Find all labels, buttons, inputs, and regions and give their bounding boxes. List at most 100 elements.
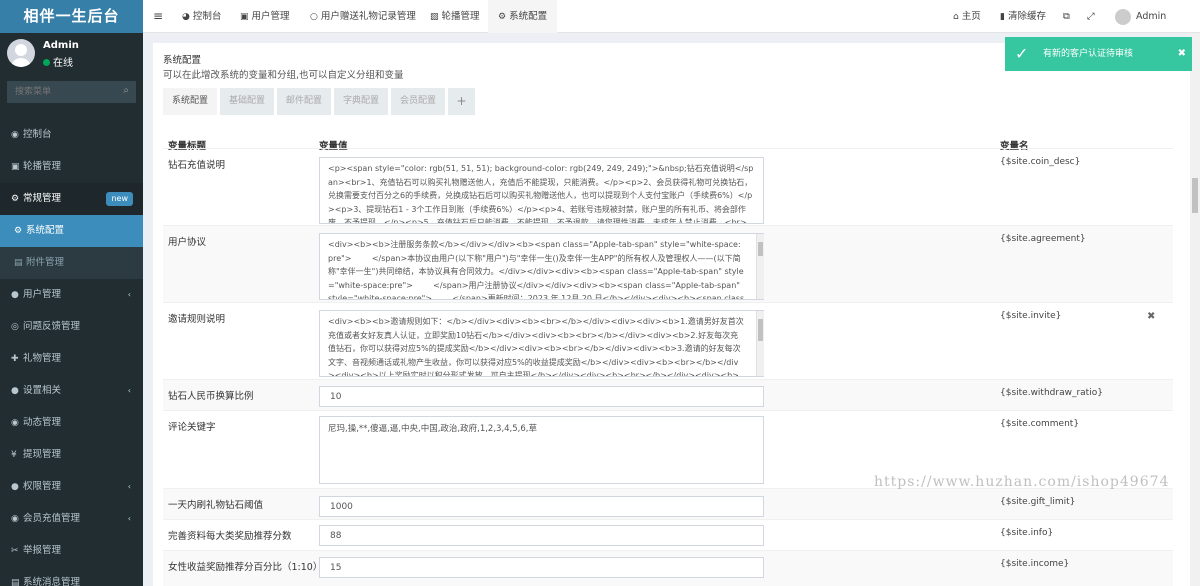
- sidebar-item-label: 系统配置: [26, 225, 65, 236]
- sidebar-item-label: 设置相关: [23, 385, 62, 396]
- page-title: 系统配置: [163, 55, 202, 66]
- agreement-textarea[interactable]: <div><b><b>注册服务条款</b></div></div><b><spa…: [319, 233, 764, 300]
- tab-system-config[interactable]: ⚙ 系统配置: [488, 0, 558, 33]
- gear-icon: ⚙: [14, 226, 23, 236]
- sidebar-item-settings[interactable]: ● 设置相关 ‹: [0, 375, 143, 407]
- tab-label: 轮播管理: [441, 11, 480, 22]
- sidebar-item-label: 礼物管理: [23, 353, 62, 364]
- withdraw-ratio-input[interactable]: 10: [319, 386, 764, 407]
- income-percent-input[interactable]: 15: [319, 557, 764, 578]
- textarea-scrollbar[interactable]: [756, 311, 764, 376]
- config-row: 用户协议 <div><b><b>注册服务条款</b></div></div><b…: [163, 225, 1173, 302]
- sidebar-item-system-config[interactable]: ⚙ 系统配置: [0, 215, 143, 247]
- remove-row-icon[interactable]: ✖: [1147, 311, 1155, 322]
- user-name: Admin: [43, 40, 79, 51]
- chevron-left-icon: ‹: [127, 514, 131, 523]
- image-icon: ▣: [11, 162, 20, 172]
- sidebar-item-label: 系统消息管理: [23, 577, 81, 586]
- gift-limit-input[interactable]: 1000: [319, 496, 764, 517]
- row-label: 女性收益奖励推荐分百分比（1:10）: [168, 562, 323, 573]
- avatar: [1115, 8, 1131, 25]
- config-row: 一天内刷礼物钻石阈值 1000 {$site.gift_limit}: [163, 488, 1173, 519]
- notification-toast[interactable]: ✓ 有新的客户认证待审核 ✖: [1005, 37, 1192, 71]
- sidebar-item-gifts[interactable]: ✚ 礼物管理: [0, 343, 143, 375]
- sidebar-item-messages[interactable]: ▤ 系统消息管理: [0, 567, 143, 586]
- tab-dashboard[interactable]: ◕ 控制台: [182, 0, 221, 33]
- config-panel: 系统配置 可以在此增改系统的变量和分组,也可以自定义分组和变量 系统配置 基础配…: [153, 43, 1190, 586]
- textarea-scrollbar[interactable]: [756, 234, 764, 299]
- watermark: https://www.huzhan.com/ishop49674: [874, 474, 1170, 490]
- file-icon: ▤: [14, 258, 23, 268]
- menu-search: ⌕: [7, 81, 136, 103]
- compass-icon: ◉: [11, 418, 19, 428]
- tab-email[interactable]: 邮件配置: [277, 88, 331, 115]
- tab-dictionary[interactable]: 字典配置: [334, 88, 388, 115]
- sidebar-item-moments[interactable]: ◉ 动态管理: [0, 407, 143, 439]
- search-input[interactable]: [7, 81, 136, 103]
- tab-users[interactable]: ▣ 用户管理: [240, 0, 290, 33]
- admin-menu[interactable]: Admin: [1115, 0, 1166, 33]
- coin-desc-textarea[interactable]: <p><span style="color: rgb(51, 51, 51); …: [319, 157, 764, 224]
- home-link[interactable]: ⌂ 主页: [953, 0, 981, 33]
- invite-textarea[interactable]: <div><b><b>邀请规则如下：</b></div><div><b><br>…: [319, 310, 764, 377]
- page-description: 可以在此增改系统的变量和分组,也可以自定义分组和变量: [163, 70, 404, 81]
- page-scrollbar[interactable]: [1190, 33, 1200, 586]
- dashboard-icon: ◉: [11, 130, 19, 140]
- fullscreen-icon[interactable]: ⤢: [1087, 0, 1095, 33]
- scrollbar-thumb[interactable]: [758, 242, 763, 256]
- app-logo[interactable]: 相伴一生后台: [0, 0, 143, 33]
- sidebar-item-label: 举报管理: [23, 545, 62, 556]
- row-var-name: {$site.coin_desc}: [1000, 157, 1081, 167]
- search-icon[interactable]: ⌕: [123, 85, 129, 96]
- row-label: 钻石充值说明: [168, 160, 226, 171]
- sidebar-item-feedback[interactable]: ◎ 问题反馈管理: [0, 311, 143, 343]
- new-badge: new: [106, 192, 133, 206]
- close-icon[interactable]: ✖: [1178, 37, 1186, 71]
- gift-icon: ✚: [11, 354, 19, 364]
- tab-basic[interactable]: 基础配置: [220, 88, 274, 115]
- sidebar-item-general[interactable]: ⚙ 常规管理 new: [0, 183, 143, 215]
- sidebar-item-dashboard[interactable]: ◉ 控制台: [0, 119, 143, 151]
- scrollbar-thumb[interactable]: [1192, 178, 1198, 213]
- tab-member[interactable]: 会员配置: [391, 88, 445, 115]
- sidebar-item-permissions[interactable]: ● 权限管理 ‹: [0, 471, 143, 503]
- language-icon[interactable]: ⧉: [1063, 0, 1070, 33]
- sidebar-item-label: 问题反馈管理: [23, 321, 81, 332]
- sidebar-item-label: 提现管理: [23, 449, 62, 460]
- row-var-name: {$site.withdraw_ratio}: [1000, 388, 1103, 398]
- row-label: 完善资料每大类奖励推荐分数: [168, 531, 292, 542]
- info-score-input[interactable]: 88: [319, 525, 764, 546]
- row-var-name: {$site.info}: [1000, 528, 1054, 538]
- sidebar-item-label: 轮播管理: [23, 161, 62, 172]
- cogs-icon: ⚙: [11, 194, 20, 204]
- config-row: 女性收益奖励推荐分百分比（1:10） 15 {$site.income}: [163, 550, 1173, 586]
- tab-system[interactable]: 系统配置: [163, 88, 217, 115]
- chevron-left-icon: ‹: [127, 482, 131, 491]
- sidebar-item-vip-recharge[interactable]: ◉ 会员充值管理 ‹: [0, 503, 143, 535]
- sidebar-item-users[interactable]: ● 用户管理 ‹: [0, 279, 143, 311]
- admin-name: Admin: [1136, 11, 1167, 22]
- vip-icon: ◉: [11, 514, 19, 524]
- top-navbar: ≡ ◕ 控制台 ▣ 用户管理 ○ 用户赠送礼物记录管理 ▨ 轮播管理 ⚙ 系统配置 ⌂ 主页…: [143, 0, 1200, 33]
- user-icon: ▣: [240, 12, 249, 22]
- row-var-name: {$site.income}: [1000, 559, 1070, 569]
- sidebar-menu: ◉ 控制台 ▣ 轮播管理 ⚙ 常规管理 new ⚙ 系统配置 ▤ 附件管理 ● 用户管理 ‹ ◎…: [0, 119, 143, 586]
- tab-carousel[interactable]: ▨ 轮播管理: [430, 0, 480, 33]
- tab-gift-records[interactable]: ○ 用户赠送礼物记录管理: [310, 0, 416, 33]
- sidebar-item-carousel[interactable]: ▣ 轮播管理: [0, 151, 143, 183]
- clear-cache-button[interactable]: ▮ 清除缓存: [1000, 0, 1046, 33]
- scrollbar-thumb[interactable]: [758, 319, 763, 341]
- sidebar-item-withdraw[interactable]: ¥ 提现管理: [0, 439, 143, 471]
- sidebar-item-reports[interactable]: ✂ 举报管理: [0, 535, 143, 567]
- sidebar-item-attachments[interactable]: ▤ 附件管理: [0, 247, 143, 279]
- chevron-left-icon: ‹: [127, 386, 131, 395]
- avatar: [7, 39, 35, 67]
- sidebar-item-label: 权限管理: [23, 481, 62, 492]
- row-label: 邀请规则说明: [168, 314, 226, 325]
- comment-keywords-textarea[interactable]: 尼玛,操,**,傻逼,逼,中央,中国,政治,政府,1,2,3,4,5,6,草: [319, 416, 764, 484]
- add-tab-button[interactable]: +: [448, 88, 475, 115]
- yen-icon: ¥: [11, 450, 17, 460]
- gear-icon: ⚙: [498, 12, 507, 22]
- user-status-text: 在线: [53, 58, 73, 69]
- menu-toggle-icon[interactable]: ≡: [153, 0, 163, 33]
